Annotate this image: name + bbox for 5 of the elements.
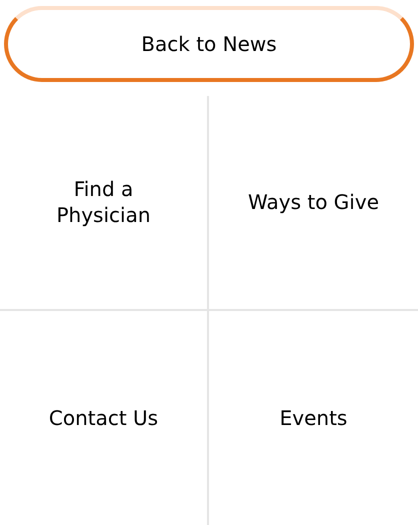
back-to-news-button[interactable]: Back to News: [4, 6, 414, 82]
quick-link[interactable]: Contact Us: [48, 404, 158, 431]
quick-link[interactable]: Find a Physician: [56, 176, 151, 228]
quick-link[interactable]: Events: [280, 404, 348, 431]
quick-link[interactable]: Ways to Give: [248, 189, 379, 216]
